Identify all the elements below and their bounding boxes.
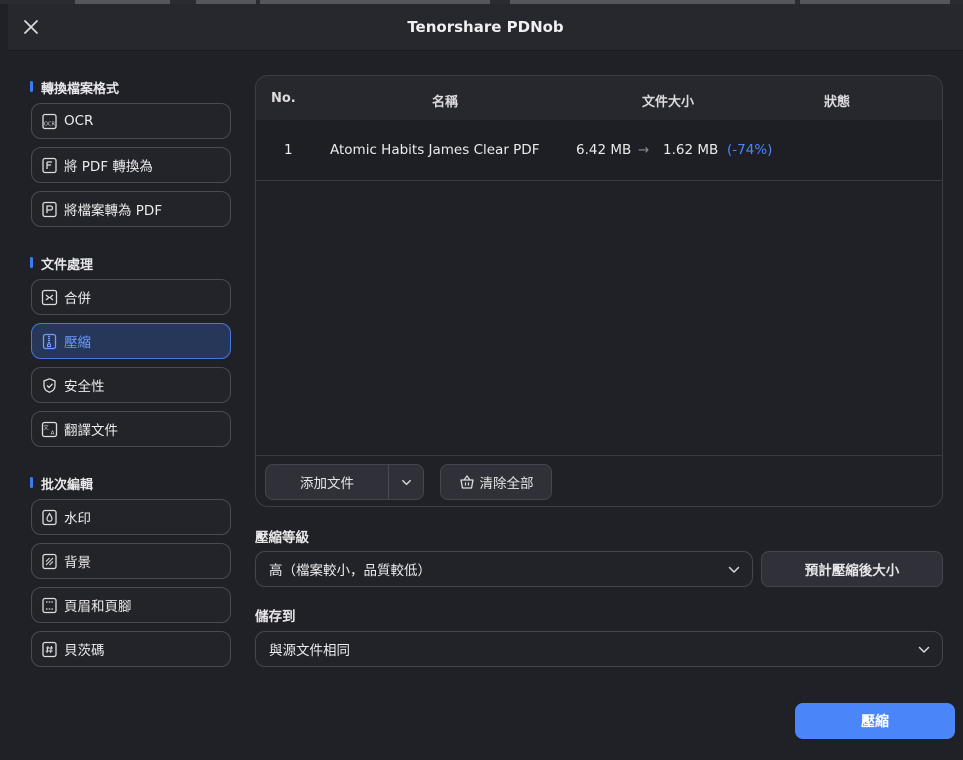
sidebar-item-label: 將檔案轉為 PDF (64, 203, 163, 219)
shield-icon (43, 377, 56, 393)
compress-icon (42, 333, 57, 349)
basket-icon (459, 475, 474, 489)
chevron-down-icon (918, 646, 930, 653)
save-location-select[interactable]: 與源文件相同 (255, 631, 943, 667)
sidebar-item-label: 合併 (64, 291, 91, 307)
section-title-convert: 轉換檔案格式 (30, 78, 119, 97)
sidebar-item-to-pdf[interactable]: 將檔案轉為 PDF (31, 191, 231, 227)
clear-all-button[interactable]: 清除全部 (440, 464, 552, 500)
sidebar-item-label: 頁眉和頁腳 (64, 599, 132, 615)
compressed-size: 1.62 MB (663, 142, 719, 158)
svg-text:文: 文 (43, 423, 49, 431)
compression-level-label: 壓縮等級 (255, 530, 309, 546)
column-header-no: No. (271, 91, 296, 106)
sidebar-item-label: 將 PDF 轉換為 (64, 159, 153, 175)
header-footer-icon (42, 597, 57, 613)
file-list-panel: No. 名稱 文件大小 狀態 1 Atomic Habits James Cle… (255, 75, 943, 507)
bates-icon (42, 641, 57, 657)
sidebar-item-label: 貝茨碼 (64, 643, 105, 659)
table-row[interactable]: 1 Atomic Habits James Clear PDF 6.42 MB … (256, 120, 942, 181)
section-title-batch: 批次編輯 (30, 474, 93, 493)
column-header-status: 狀態 (824, 95, 851, 110)
size-change-percent: (-74%) (727, 142, 773, 158)
sidebar-item-label: OCR (64, 113, 94, 129)
sidebar-item-watermark[interactable]: 水印 (31, 499, 231, 535)
sidebar-item-label: 水印 (64, 511, 91, 527)
save-location-value: 與源文件相同 (269, 643, 350, 659)
sidebar-item-label: 背景 (64, 555, 91, 571)
chevron-down-icon (401, 479, 411, 485)
estimate-size-button[interactable]: 預計壓縮後大小 (761, 551, 943, 587)
table-footer: 添加文件 清除全部 (256, 455, 942, 506)
pdf-convert-icon (42, 157, 57, 173)
sidebar-item-header-footer[interactable]: 頁眉和頁腳 (31, 587, 231, 623)
sidebar-item-pdf-convert[interactable]: 將 PDF 轉換為 (31, 147, 231, 183)
file-name: Atomic Habits James Clear PDF (330, 142, 540, 158)
to-pdf-icon (42, 201, 57, 217)
row-number: 1 (284, 142, 293, 158)
table-header: No. 名稱 文件大小 狀態 (256, 76, 942, 120)
column-header-size: 文件大小 (642, 95, 695, 110)
sidebar-item-bates[interactable]: 貝茨碼 (31, 631, 231, 667)
section-title-document: 文件處理 (30, 254, 93, 273)
add-files-button[interactable]: 添加文件 (266, 465, 388, 499)
background-icon (42, 553, 57, 569)
window-title: Tenorshare PDNob (407, 18, 564, 36)
sidebar-item-compress[interactable]: 壓縮 (31, 323, 231, 359)
original-size: 6.42 MB (576, 142, 632, 158)
sidebar-item-merge[interactable]: 合併 (31, 279, 231, 315)
arrow-right-icon: → (638, 142, 650, 158)
svg-text:OCR: OCR (44, 121, 55, 127)
chevron-down-icon (728, 566, 740, 573)
compression-level-select[interactable]: 高（檔案較小，品質較低） (255, 551, 753, 587)
column-header-name: 名稱 (432, 95, 459, 110)
sidebar-item-label: 壓縮 (64, 335, 91, 351)
sidebar-item-ocr[interactable]: OCR OCR (31, 103, 231, 139)
compression-level-value: 高（檔案較小，品質較低） (269, 563, 431, 579)
compress-button[interactable]: 壓縮 (795, 703, 955, 739)
ocr-icon: OCR (42, 113, 57, 129)
add-files-dropdown-button[interactable] (389, 465, 423, 499)
translate-icon: 文A (41, 421, 58, 437)
svg-text:A: A (51, 430, 55, 436)
main-content: 轉換檔案格式 OCR OCR 將 PDF 轉換為 將檔案轉為 PDF 文件處理 … (8, 51, 963, 760)
save-to-label: 儲存到 (255, 609, 296, 625)
title-bar: Tenorshare PDNob (8, 4, 963, 51)
sidebar-item-label: 翻譯文件 (64, 423, 118, 439)
sidebar-item-label: 安全性 (64, 379, 105, 395)
watermark-icon (42, 509, 57, 525)
merge-icon (41, 289, 58, 305)
clear-all-label: 清除全部 (479, 476, 534, 492)
add-files-split-button: 添加文件 (265, 464, 424, 500)
sidebar-item-security[interactable]: 安全性 (31, 367, 231, 403)
sidebar-item-translate[interactable]: 文A 翻譯文件 (31, 411, 231, 447)
sidebar-item-background[interactable]: 背景 (31, 543, 231, 579)
